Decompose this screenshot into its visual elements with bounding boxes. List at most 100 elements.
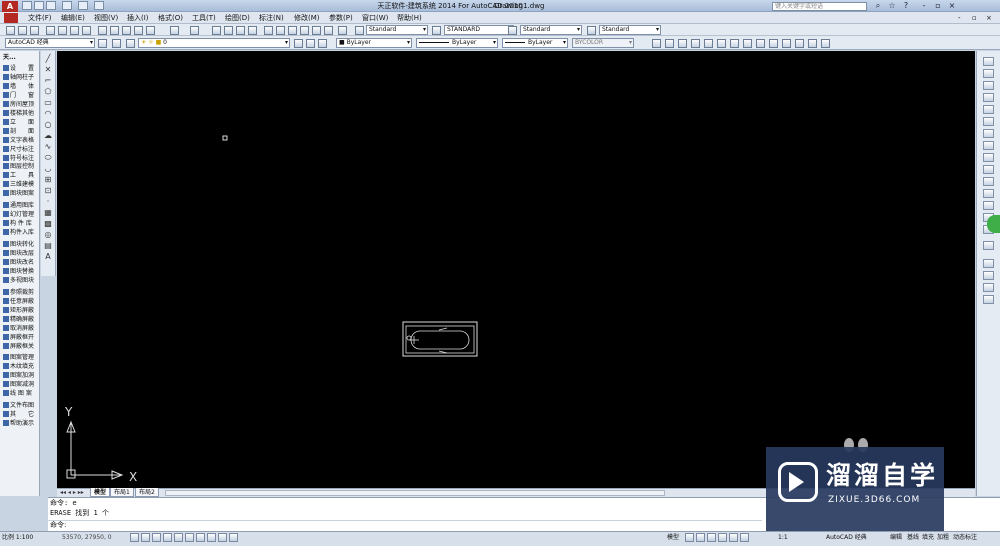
join-icon[interactable] bbox=[983, 201, 994, 210]
screen-menu-item[interactable]: 工 具 bbox=[3, 171, 39, 180]
undo-toolbar-icon[interactable] bbox=[170, 26, 179, 35]
zoom-previous-icon[interactable] bbox=[248, 26, 257, 35]
star-icon[interactable]: ☆ bbox=[886, 1, 898, 11]
inquiry-icon[interactable] bbox=[983, 271, 994, 280]
text-style-select[interactable]: Standard ▾ bbox=[366, 25, 428, 35]
area-icon[interactable] bbox=[983, 295, 994, 304]
screen-menu-item[interactable]: 图层控制 bbox=[3, 162, 39, 171]
copy-object-icon[interactable] bbox=[983, 69, 994, 78]
drawing-canvas[interactable]: Y X bbox=[57, 51, 975, 488]
construction-line-icon[interactable]: ✕ bbox=[43, 65, 53, 74]
tab-layout1[interactable]: 布局1 bbox=[110, 488, 134, 497]
screen-menu-item[interactable]: 图案减洞 bbox=[3, 380, 39, 389]
layer-previous-icon[interactable] bbox=[306, 39, 315, 48]
bathtub-block[interactable] bbox=[402, 321, 478, 357]
make-block-icon[interactable]: ⊡ bbox=[43, 186, 53, 195]
layer-select[interactable]: ☀ ☼ ■ 0 ▾ bbox=[138, 38, 290, 48]
ellipse-arc-icon[interactable]: ◡ bbox=[43, 164, 53, 173]
dist-icon[interactable] bbox=[983, 283, 994, 292]
screen-menu-item[interactable]: 三维建模 bbox=[3, 180, 39, 189]
command-input[interactable]: 命令: bbox=[48, 520, 762, 530]
paste-icon[interactable] bbox=[122, 26, 131, 35]
dynamic-ucs-icon[interactable] bbox=[196, 533, 205, 542]
showmotion-icon[interactable] bbox=[740, 533, 749, 542]
screen-menu-item[interactable]: 屏蔽框开 bbox=[3, 333, 39, 342]
block-editor-icon[interactable] bbox=[146, 26, 155, 35]
menu-modify[interactable]: 修改(M) bbox=[294, 13, 320, 23]
layer-properties-icon[interactable] bbox=[112, 39, 121, 48]
doc-restore-button[interactable]: ▫ bbox=[972, 13, 977, 23]
menu-file[interactable]: 文件(F) bbox=[28, 13, 52, 23]
explode-icon[interactable] bbox=[983, 241, 994, 250]
edit-toggle[interactable]: 编辑 bbox=[890, 532, 902, 544]
screen-menu-item[interactable]: 图块转化 bbox=[3, 240, 39, 249]
gradient-icon[interactable]: ▩ bbox=[43, 219, 53, 228]
move-icon[interactable] bbox=[983, 117, 994, 126]
quickcalc-icon[interactable] bbox=[324, 26, 333, 35]
offset-icon[interactable] bbox=[983, 93, 994, 102]
menu-dimension[interactable]: 标注(N) bbox=[259, 13, 284, 23]
dim-style-icon[interactable] bbox=[432, 26, 441, 35]
autocad-logo-icon[interactable]: A bbox=[2, 1, 18, 12]
screen-menu-item[interactable]: 多视图块 bbox=[3, 276, 39, 285]
screen-menu-item[interactable]: 图案加洞 bbox=[3, 371, 39, 380]
screen-menu-item[interactable]: 房间屋顶 bbox=[3, 100, 39, 109]
green-orb-icon[interactable] bbox=[987, 215, 1000, 233]
lineweight-toggle-icon[interactable] bbox=[218, 533, 227, 542]
menu-parametric[interactable]: 参数(P) bbox=[329, 13, 353, 23]
screen-menu-item[interactable]: 图案管理 bbox=[3, 353, 39, 362]
screen-menu-item[interactable]: 其 它 bbox=[3, 410, 39, 419]
screen-menu-item[interactable]: 木纹填充 bbox=[3, 362, 39, 371]
quick-view-drawings-icon[interactable] bbox=[696, 533, 705, 542]
revcloud-icon[interactable]: ☁ bbox=[43, 131, 53, 140]
tab-navigation-arrows[interactable]: ◂◂ ◂ ▸ ▸▸ bbox=[60, 489, 84, 497]
dim-style-select[interactable]: STANDARD▾ bbox=[444, 25, 514, 35]
mirror-icon[interactable] bbox=[983, 81, 994, 90]
doc-minimize-button[interactable]: - bbox=[958, 13, 961, 23]
linetype-select[interactable]: ByLayer ▾ bbox=[416, 38, 498, 48]
redo-icon[interactable] bbox=[78, 1, 88, 10]
rectangle-icon[interactable]: ▭ bbox=[43, 98, 53, 107]
qnew-icon[interactable] bbox=[6, 26, 15, 35]
close-button[interactable]: × bbox=[946, 1, 958, 11]
array-icon[interactable] bbox=[983, 105, 994, 114]
screen-menu-item[interactable]: 墙 体 bbox=[3, 82, 39, 91]
screen-menu-item[interactable]: 文件布图 bbox=[3, 401, 39, 410]
scale-icon[interactable] bbox=[983, 141, 994, 150]
dynamic-dimension-toggle[interactable]: 动态标注 bbox=[953, 532, 977, 544]
screen-menu-item[interactable]: 门 窗 bbox=[3, 91, 39, 100]
object-snap-icon[interactable] bbox=[174, 533, 183, 542]
workspace-switch[interactable]: AutoCAD 经典 bbox=[826, 532, 867, 544]
multiline-text-icon[interactable]: A bbox=[43, 252, 53, 261]
make-current-layer-icon[interactable] bbox=[294, 39, 303, 48]
line-icon[interactable]: ╱ bbox=[43, 54, 53, 63]
grid-display-icon[interactable] bbox=[141, 533, 150, 542]
menu-edit[interactable]: 编辑(E) bbox=[61, 13, 85, 23]
tch-tool-5-icon[interactable] bbox=[704, 39, 713, 48]
tab-layout2[interactable]: 布局2 bbox=[135, 488, 159, 497]
screen-menu-item[interactable]: 屏蔽框关 bbox=[3, 342, 39, 351]
open-icon[interactable] bbox=[18, 26, 27, 35]
extend-icon[interactable] bbox=[983, 177, 994, 186]
tch-tool-6-icon[interactable] bbox=[717, 39, 726, 48]
rotate-icon[interactable] bbox=[983, 129, 994, 138]
save-icon[interactable] bbox=[30, 26, 39, 35]
tch-tool-2-icon[interactable] bbox=[665, 39, 674, 48]
table-style-icon[interactable] bbox=[508, 26, 517, 35]
draworder-icon[interactable] bbox=[983, 259, 994, 268]
tch-tool-12-icon[interactable] bbox=[795, 39, 804, 48]
properties-icon[interactable] bbox=[264, 26, 273, 35]
tch-tool-3-icon[interactable] bbox=[678, 39, 687, 48]
screen-menu-item[interactable]: 符号标注 bbox=[3, 154, 39, 163]
workspace-settings-icon[interactable] bbox=[98, 39, 107, 48]
design-center-icon[interactable] bbox=[276, 26, 285, 35]
screen-menu-item[interactable]: 图块替换 bbox=[3, 267, 39, 276]
help-toolbar-icon[interactable] bbox=[338, 26, 347, 35]
break-icon[interactable] bbox=[983, 189, 994, 198]
polar-tracking-icon[interactable] bbox=[163, 533, 172, 542]
help-search-input[interactable]: 键入关键字或短语 bbox=[772, 2, 867, 11]
tch-tool-11-icon[interactable] bbox=[782, 39, 791, 48]
menu-format[interactable]: 格式(O) bbox=[158, 13, 183, 23]
screen-menu-item[interactable]: 矩形屏蔽 bbox=[3, 306, 39, 315]
redo-toolbar-icon[interactable] bbox=[190, 26, 199, 35]
